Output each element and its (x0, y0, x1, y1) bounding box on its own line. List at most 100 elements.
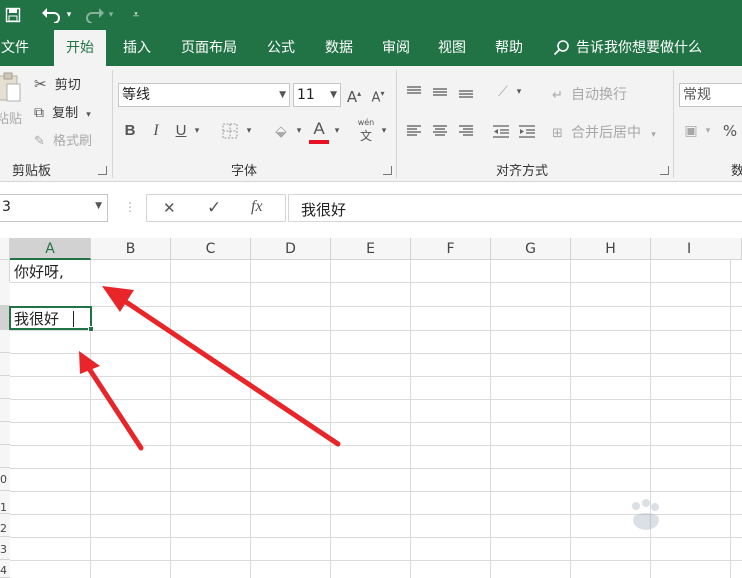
name-box-value: 3 (2, 199, 11, 215)
shrink-font-button[interactable]: A▾ (368, 83, 388, 109)
paintbrush-icon: ✎ (34, 134, 45, 149)
group-divider (396, 70, 397, 178)
italic-button[interactable]: I (147, 120, 165, 142)
chevron-down-icon: ▼ (95, 201, 102, 211)
undo-dropdown-icon[interactable]: ▾ (64, 0, 74, 30)
tab-review[interactable]: 审阅 (373, 30, 419, 66)
tab-page-layout[interactable]: 页面布局 (172, 30, 246, 66)
align-center-icon[interactable] (430, 120, 450, 145)
arrow-to-a1 (102, 286, 341, 447)
percent-button[interactable]: % (720, 120, 740, 142)
arrow-to-a3 (79, 351, 144, 451)
chevron-down-icon: ▼ (279, 90, 286, 100)
pinyin-label: wén (357, 118, 375, 127)
tab-formulas[interactable]: 公式 (258, 30, 304, 66)
undo-icon[interactable] (38, 0, 64, 33)
borders-icon[interactable] (218, 120, 242, 146)
group-divider (112, 70, 113, 178)
cut-button[interactable]: ✂ 剪切 (34, 74, 81, 93)
font-name-value: 等线 (122, 87, 150, 103)
decrease-indent-icon[interactable] (490, 120, 512, 145)
font-name-select[interactable]: 等线 ▼ (118, 83, 290, 107)
name-box[interactable]: 3 ▼ (0, 194, 108, 222)
underline-button[interactable]: U (172, 120, 190, 142)
align-right-icon[interactable] (456, 120, 476, 145)
phonetic-dropdown-icon[interactable]: ▾ (378, 120, 390, 142)
align-bottom-icon[interactable] (456, 81, 476, 106)
tell-me-input[interactable]: 告诉我你想要做什么 (576, 30, 716, 66)
merge-dropdown-icon[interactable]: ▾ (651, 130, 656, 140)
format-painter-button[interactable]: ✎ 格式刷 (34, 130, 92, 149)
copy-button[interactable]: ⧉ 复制 ▾ (34, 102, 91, 121)
grow-font-button[interactable]: A▴ (344, 83, 364, 108)
number-group-label: 数 (731, 164, 742, 179)
chevron-down-icon: ▼ (330, 90, 337, 100)
copy-icon: ⧉ (34, 105, 44, 121)
confirm-entry-icon[interactable]: ✓ (207, 198, 221, 218)
formula-bar-splitter-icon[interactable]: ⋮ (124, 200, 136, 214)
font-size-select[interactable]: 11 ▼ (293, 83, 341, 107)
ribbon-home: 粘贴 ✂ 剪切 ⧉ 复制 ▾ ✎ 格式刷 剪贴板 等线 ▼ 11 ▼ A▴ A▾… (0, 66, 742, 182)
font-launcher-icon[interactable] (383, 166, 392, 175)
formula-bar-row: 3 ▼ ⋮ ✕ ✓ fx 我很好 (0, 190, 742, 226)
copy-dropdown-icon[interactable]: ▾ (86, 110, 91, 120)
orientation-dropdown-icon[interactable]: ▾ (514, 81, 524, 103)
clipboard-launcher-icon[interactable] (98, 166, 107, 175)
lightbulb-search-icon (550, 30, 574, 66)
copy-label: 复制 (52, 106, 79, 121)
formula-buttons: ✕ ✓ fx (146, 194, 286, 222)
wrap-text-icon: ↵ (552, 88, 563, 103)
insert-function-icon[interactable]: fx (251, 198, 263, 216)
redo-icon[interactable] (84, 0, 106, 33)
align-middle-icon[interactable] (430, 81, 450, 106)
baidu-watermark (566, 498, 736, 568)
accounting-format-icon[interactable]: ▣ (680, 120, 702, 142)
tab-view[interactable]: 视图 (429, 30, 475, 66)
scissors-icon: ✂ (34, 75, 47, 93)
fill-color-dropdown-icon[interactable]: ▾ (293, 120, 305, 142)
paste-button[interactable]: 粘贴 (0, 72, 24, 128)
save-icon[interactable] (2, 0, 24, 33)
merge-icon: ⊞ (552, 126, 563, 141)
alignment-launcher-icon[interactable] (660, 166, 669, 175)
wrap-text-label: 自动换行 (571, 87, 628, 103)
worksheet-grid[interactable]: A B C D E F G H I 0 1 2 3 4 你好呀, 我很好 (0, 238, 742, 578)
accounting-dropdown-icon[interactable]: ▾ (703, 120, 713, 142)
align-top-icon[interactable] (404, 81, 424, 106)
orientation-icon[interactable]: ⟋ (492, 81, 514, 103)
wrap-text-button[interactable]: ↵ 自动换行 (552, 84, 627, 104)
font-color-swatch (309, 140, 329, 144)
grow-font-label: A (346, 88, 358, 106)
cut-label: 剪切 (54, 78, 81, 93)
font-group-label: 字体 (231, 164, 258, 179)
format-painter-label: 格式刷 (53, 134, 93, 149)
phonetic-guide-button[interactable]: wén 文 (354, 116, 378, 143)
underline-dropdown-icon[interactable]: ▾ (191, 120, 203, 142)
align-left-icon[interactable] (404, 120, 424, 145)
font-color-button[interactable]: A (307, 118, 331, 144)
customize-qat-icon[interactable]: ⩡ (128, 0, 144, 30)
merge-center-button[interactable]: ⊞ 合并后居中 ▾ (552, 122, 656, 142)
tab-data[interactable]: 数据 (316, 30, 362, 66)
tab-insert[interactable]: 插入 (114, 30, 160, 66)
font-color-dropdown-icon[interactable]: ▾ (331, 120, 343, 142)
redo-dropdown-icon[interactable]: ▾ (106, 0, 116, 30)
tab-home[interactable]: 开始 (54, 30, 106, 66)
formula-input[interactable]: 我很好 (288, 194, 742, 222)
tab-file[interactable]: 文件 (0, 30, 34, 66)
cancel-entry-icon[interactable]: ✕ (163, 199, 176, 217)
borders-dropdown-icon[interactable]: ▾ (243, 120, 255, 142)
increase-indent-icon[interactable] (516, 120, 538, 145)
quick-access-toolbar: ▾ ▾ ⩡ (0, 0, 742, 30)
clipboard-group-label: 剪贴板 (12, 164, 52, 179)
tab-help[interactable]: 帮助 (486, 30, 532, 66)
fill-color-icon[interactable]: ⬙ (270, 120, 292, 142)
font-color-label: A (313, 119, 325, 138)
group-divider (673, 70, 674, 178)
paste-label: 粘贴 (0, 112, 23, 127)
number-format-select[interactable]: 常规 (679, 83, 742, 107)
ribbon-tabs: 文件 开始 插入 页面布局 公式 数据 审阅 视图 帮助 告诉我你想要做什么 (0, 30, 742, 66)
phonetic-char-label: 文 (359, 129, 372, 143)
bold-button[interactable]: B (121, 120, 139, 142)
number-format-value: 常规 (683, 87, 711, 103)
